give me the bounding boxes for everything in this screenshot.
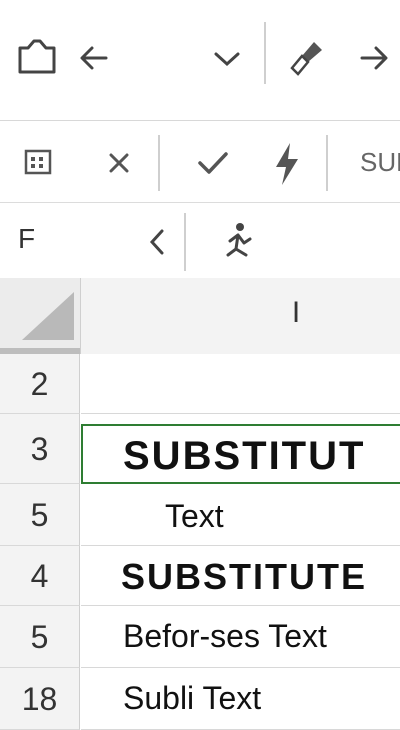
cell-text: Befor-ses Text <box>123 618 327 654</box>
namebar-separator <box>184 213 186 271</box>
name-box[interactable]: F <box>18 223 35 255</box>
undo-icon[interactable] <box>78 42 112 74</box>
table-cell[interactable]: Subli Text <box>81 668 400 730</box>
cell-text: Subli Text <box>123 680 262 716</box>
select-all-corner[interactable] <box>0 278 81 354</box>
formula-separator-2 <box>326 135 328 191</box>
name-box-bar: F <box>0 202 400 280</box>
selected-cell[interactable]: SUBSTITUT <box>81 424 400 484</box>
toolbar-separator <box>264 22 266 84</box>
table-cell[interactable]: Befor-ses Text <box>81 606 400 668</box>
cancel-icon[interactable] <box>106 151 132 175</box>
row-header[interactable]: 4 <box>0 546 80 606</box>
cell-text: Text <box>165 498 224 534</box>
redo-icon[interactable] <box>356 42 390 74</box>
row-header[interactable]: 5 <box>0 484 80 546</box>
flash-fill-icon[interactable] <box>270 141 302 187</box>
row-header[interactable]: 18 <box>0 668 80 730</box>
function-icon[interactable] <box>222 221 254 261</box>
formula-bar: SUE <box>0 120 400 203</box>
formula-separator <box>158 135 160 191</box>
table-cell[interactable]: SUBSTITUTE <box>81 546 400 606</box>
calculator-icon[interactable] <box>24 149 52 175</box>
top-toolbar <box>0 0 400 120</box>
row-header[interactable]: 5 <box>0 606 80 668</box>
clipboard-icon[interactable] <box>16 36 58 76</box>
formula-text[interactable]: SUE <box>360 147 400 178</box>
cell-text: SUBSTITUT <box>123 434 366 478</box>
cell-text: SUBSTITUTE <box>121 556 368 597</box>
column-header[interactable]: I <box>81 278 400 355</box>
table-cell[interactable]: Text <box>81 484 400 546</box>
table-cell[interactable] <box>81 354 400 414</box>
enter-check-icon[interactable] <box>196 149 230 177</box>
spreadsheet-grid: I 2 3 SUBSTITUT 5 Text 4 SUBSTITUTE 5 Be… <box>0 278 400 730</box>
collapse-chevron-icon[interactable] <box>146 227 168 257</box>
column-header-label: I <box>291 296 301 329</box>
dropdown-chevron-icon[interactable] <box>212 48 242 70</box>
row-header[interactable]: 3 <box>0 414 80 484</box>
row-header[interactable]: 2 <box>0 354 80 414</box>
brush-icon[interactable] <box>288 38 326 78</box>
